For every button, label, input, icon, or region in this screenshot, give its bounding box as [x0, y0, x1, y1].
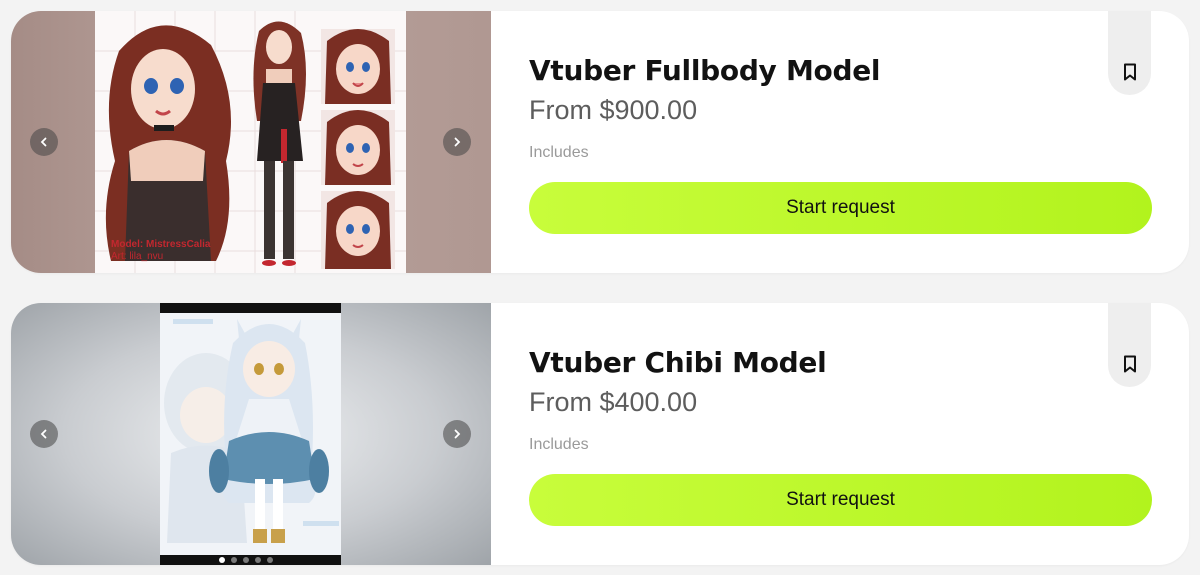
carousel-pagination: [219, 557, 273, 563]
carousel-prev-button[interactable]: [30, 128, 58, 156]
image-carousel[interactable]: Model: MistressCalia Art: lila_nvu: [11, 11, 491, 273]
art-caption-artist: Art: lila_nvu: [111, 251, 164, 262]
carousel-dot[interactable]: [267, 557, 273, 563]
bookmark-button[interactable]: [1108, 303, 1151, 387]
art-caption-model: Model: MistressCalia: [111, 239, 211, 250]
carousel-dot[interactable]: [231, 557, 237, 563]
carousel-next-button[interactable]: [443, 128, 471, 156]
chevron-left-icon: [40, 429, 47, 439]
listing-price: From $400.00: [529, 387, 698, 417]
carousel-prev-button[interactable]: [30, 420, 58, 448]
listing-card-chibi: Vtuber Chibi Model From $400.00 Includes…: [11, 303, 1189, 565]
listing-card-fullbody: Model: MistressCalia Art: lila_nvu Vtube…: [11, 11, 1189, 273]
listing-title: Vtuber Fullbody Model: [529, 54, 881, 87]
listing-image: [95, 11, 406, 273]
carousel-dot[interactable]: [219, 557, 225, 563]
start-request-button[interactable]: Start request: [529, 182, 1152, 234]
bookmark-icon: [1123, 63, 1136, 81]
chevron-right-icon: [454, 429, 461, 439]
bookmark-button[interactable]: [1108, 11, 1151, 95]
listing-title: Vtuber Chibi Model: [529, 346, 827, 379]
carousel-dot[interactable]: [255, 557, 261, 563]
listing-image: [160, 303, 341, 565]
listing-info: Vtuber Chibi Model From $400.00 Includes…: [529, 303, 1189, 565]
listing-price: From $900.00: [529, 95, 698, 125]
includes-label: Includes: [529, 436, 589, 453]
start-request-button[interactable]: Start request: [529, 474, 1152, 526]
chevron-left-icon: [40, 137, 47, 147]
includes-label: Includes: [529, 144, 589, 161]
carousel-next-button[interactable]: [443, 420, 471, 448]
carousel-dot[interactable]: [243, 557, 249, 563]
listing-info: Vtuber Fullbody Model From $900.00 Inclu…: [529, 11, 1189, 273]
bookmark-icon: [1123, 355, 1136, 373]
chevron-right-icon: [454, 137, 461, 147]
image-carousel[interactable]: [11, 303, 491, 565]
